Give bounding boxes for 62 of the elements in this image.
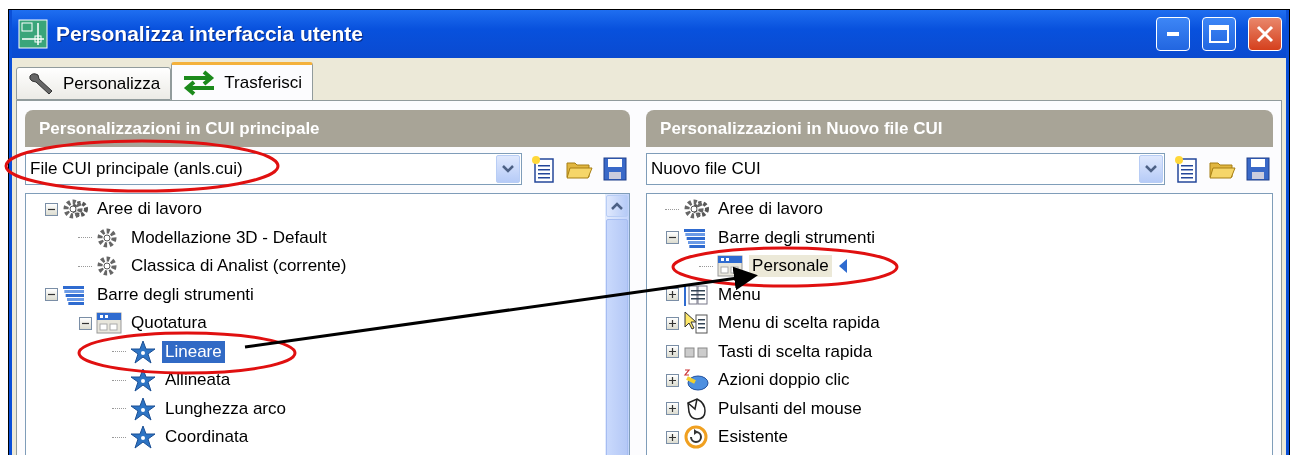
tree-item[interactable]: Aree di lavoro: [94, 198, 205, 221]
collapse-icon[interactable]: [44, 288, 58, 302]
scroll-up-button[interactable]: [606, 195, 629, 217]
chevron-up-icon: [611, 202, 624, 210]
close-icon: [1255, 24, 1275, 44]
cursor-menu-icon: [683, 311, 710, 336]
tree-item[interactable]: Aree di lavoro: [715, 198, 826, 221]
file-dropdown[interactable]: Nuovo file CUI: [646, 153, 1165, 185]
tree-item[interactable]: Barre degli strumenti: [715, 226, 878, 249]
dropdown-button[interactable]: [1139, 155, 1163, 183]
new-document-icon: [531, 155, 556, 183]
collapse-icon[interactable]: [665, 231, 679, 245]
menu-icon: [683, 282, 710, 307]
star-icon: [130, 396, 156, 421]
tree-item[interactable]: Allineata: [162, 369, 234, 392]
tree-item[interactable]: Menu: [715, 283, 764, 306]
new-document-icon: [1174, 155, 1198, 183]
tree-item[interactable]: Lunghezza arco: [162, 397, 289, 420]
tree-item[interactable]: Coordinata: [162, 426, 252, 449]
expand-icon[interactable]: [665, 345, 679, 359]
tree-item[interactable]: Modellazione 3D - Default: [128, 226, 330, 249]
window-title: Personalizza interfaccia utente: [56, 22, 364, 46]
expand-icon[interactable]: [665, 373, 679, 387]
scrollbar[interactable]: [605, 194, 630, 455]
tree-item[interactable]: Classica di Analist (corrente): [128, 255, 350, 278]
tree-item[interactable]: Tasti di scelta rapida: [715, 340, 876, 363]
tree-item[interactable]: Personale: [749, 255, 832, 278]
tree-item[interactable]: Quotatura: [128, 312, 210, 335]
collapse-icon[interactable]: [78, 316, 92, 330]
toolbar-icon: [96, 311, 122, 336]
tab[interactable]: Trasferisci: [171, 62, 314, 100]
tree-item[interactable]: Menu di scelta rapida: [715, 312, 883, 335]
close-button[interactable]: [1248, 17, 1282, 51]
tree-item[interactable]: Pulsanti del mouse: [715, 397, 865, 420]
dropdown-button[interactable]: [496, 155, 521, 183]
tree-item[interactable]: Barre degli strumenti: [94, 283, 257, 306]
tab[interactable]: Personalizza: [16, 67, 172, 100]
mouse-click-icon: [683, 368, 710, 393]
minimize-button[interactable]: [1156, 17, 1190, 51]
tree-item[interactable]: Lineare: [162, 340, 225, 363]
chevron-down-icon: [1145, 165, 1157, 173]
panel-header: Personalizzazioni in CUI principale: [25, 110, 631, 147]
app-icon: [18, 19, 48, 49]
star-icon: [130, 425, 156, 450]
scroll-thumb[interactable]: [606, 219, 629, 455]
expand-icon[interactable]: [665, 430, 679, 444]
star-icon: [130, 339, 156, 364]
expand-icon[interactable]: [665, 402, 679, 416]
collapse-icon[interactable]: [44, 202, 58, 216]
star-icon: [130, 368, 156, 393]
file-dropdown[interactable]: File CUI principale (anls.cui): [25, 153, 523, 185]
tree-item[interactable]: Esistente: [715, 426, 792, 449]
maximize-button[interactable]: [1202, 17, 1236, 51]
save-button[interactable]: [1243, 154, 1273, 184]
tree-item[interactable]: Azioni doppio clic: [715, 369, 853, 392]
panel-header: Personalizzazioni in Nuovo file CUI: [646, 110, 1273, 147]
swap-arrows-icon: [182, 69, 217, 96]
expand-icon[interactable]: [665, 316, 679, 330]
maximize-icon: [1209, 25, 1229, 43]
minimize-icon: [1167, 32, 1179, 36]
chevron-down-icon: [502, 165, 515, 173]
wrench-icon: [27, 70, 55, 97]
